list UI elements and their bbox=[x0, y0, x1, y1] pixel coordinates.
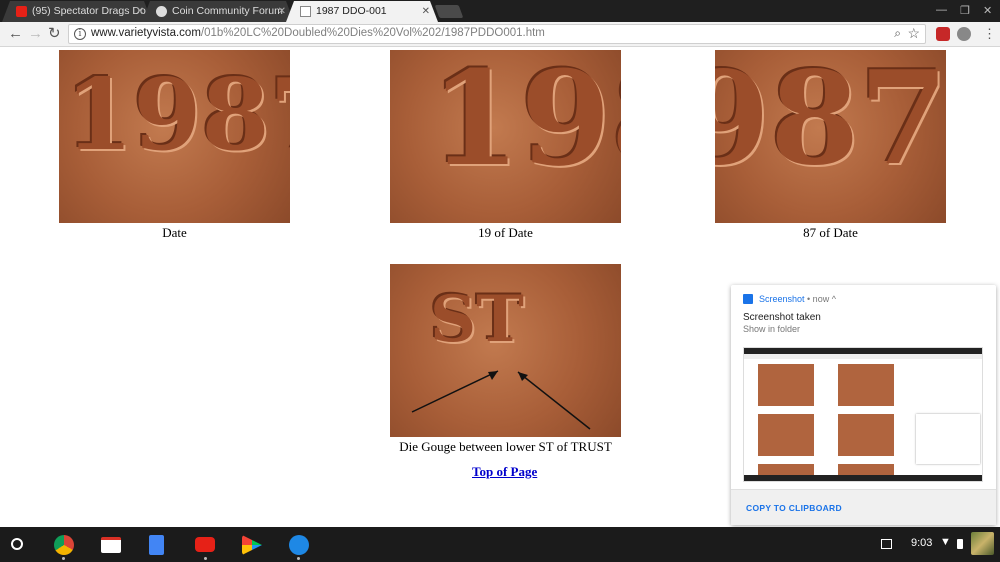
thumbnail-notification bbox=[916, 414, 980, 464]
browser-toolbar: ← → ↻ i www.varietyvista.com/01b%20LC%20… bbox=[0, 22, 1000, 47]
notification-meta: • now ^ bbox=[804, 294, 836, 304]
thumbnail-bar bbox=[744, 354, 982, 359]
top-of-page-link[interactable]: Top of Page bbox=[472, 464, 537, 480]
thumbnail-coin bbox=[758, 364, 814, 406]
system-shelf: 9:03 ▼ bbox=[0, 527, 1000, 562]
copy-to-clipboard-button[interactable]: COPY TO CLIPBOARD bbox=[746, 503, 842, 513]
coin-favicon-icon bbox=[156, 6, 167, 17]
arrows-overlay bbox=[411, 370, 591, 430]
coin-digits: 198 bbox=[430, 50, 621, 195]
battery-icon[interactable] bbox=[957, 539, 963, 549]
notification-footer: COPY TO CLIPBOARD bbox=[731, 489, 996, 525]
tab-spectator[interactable]: (95) Spectator Drags Do ✕ bbox=[2, 1, 152, 22]
tab-title: Coin Community Forum bbox=[172, 5, 283, 17]
screenshot-thumbnail[interactable] bbox=[743, 347, 983, 482]
image-icon bbox=[743, 294, 753, 304]
minimize-icon[interactable]: — bbox=[936, 4, 947, 16]
running-indicator bbox=[297, 557, 300, 560]
url-host: www.varietyvista.com bbox=[91, 27, 201, 39]
page-favicon-icon bbox=[300, 6, 311, 17]
thumbnail-shelf bbox=[744, 475, 982, 481]
gmail-icon[interactable] bbox=[101, 537, 121, 553]
running-indicator bbox=[204, 557, 207, 560]
clock[interactable]: 9:03 bbox=[911, 537, 932, 549]
reload-icon[interactable]: ↻ bbox=[48, 25, 61, 43]
close-window-icon[interactable]: ✕ bbox=[983, 4, 992, 17]
thumbnail-coin bbox=[838, 364, 894, 406]
notification-subtitle[interactable]: Show in folder bbox=[743, 324, 800, 334]
tab-coin-community[interactable]: Coin Community Forum ✕ bbox=[142, 1, 294, 22]
url-path: /01b%20LC%20Doubled%20Dies%20Vol%202/198… bbox=[200, 27, 545, 39]
caption-87: 87 of Date bbox=[803, 225, 858, 240]
new-tab-button[interactable] bbox=[434, 5, 464, 18]
coin-photo-date: 1987 bbox=[59, 50, 290, 223]
launcher-icon[interactable] bbox=[11, 538, 23, 550]
thumbnail-coin bbox=[758, 414, 814, 456]
screenshot-notification[interactable]: Screenshot • now ^ Screenshot taken Show… bbox=[731, 285, 996, 525]
notification-header: Screenshot • now ^ bbox=[759, 294, 836, 304]
tab-title: (95) Spectator Drags Do bbox=[32, 5, 146, 17]
tab-1987-ddo[interactable]: 1987 DDO-001 ✕ bbox=[286, 1, 438, 22]
coin-photo-87: 987 bbox=[715, 50, 946, 223]
notification-title: Screenshot taken bbox=[743, 312, 821, 323]
running-indicator bbox=[62, 557, 65, 560]
screenshot-tray-icon[interactable] bbox=[881, 539, 892, 549]
caption-19: 19 of Date bbox=[478, 225, 533, 240]
coin-digits: 987 bbox=[715, 50, 946, 194]
close-icon[interactable]: ✕ bbox=[136, 1, 144, 22]
coin-digits: 1987 bbox=[65, 58, 290, 173]
profile-extension-icon[interactable] bbox=[957, 27, 971, 41]
menu-icon[interactable]: ⋮ bbox=[983, 25, 996, 43]
play-store-icon[interactable] bbox=[242, 535, 262, 555]
chrome-icon[interactable] bbox=[54, 535, 74, 555]
tab-title: 1987 DDO-001 bbox=[316, 5, 387, 17]
forward-arrow-icon[interactable]: → bbox=[28, 25, 43, 43]
avatar[interactable] bbox=[971, 532, 994, 555]
url-text[interactable]: www.varietyvista.com/01b%20LC%20Doubled%… bbox=[91, 27, 545, 39]
restore-icon[interactable]: ❐ bbox=[960, 4, 970, 17]
notification-app: Screenshot bbox=[759, 294, 805, 304]
wifi-icon[interactable]: ▼ bbox=[940, 536, 951, 548]
youtube-favicon-icon bbox=[16, 6, 27, 17]
info-icon[interactable]: i bbox=[74, 28, 86, 40]
zoom-icon[interactable]: ⌕ bbox=[894, 26, 901, 41]
close-icon[interactable]: ✕ bbox=[422, 1, 430, 22]
caption-date: Date bbox=[162, 225, 187, 240]
close-icon[interactable]: ✕ bbox=[278, 1, 286, 22]
thumbnail-coin bbox=[838, 414, 894, 456]
extension-icon[interactable] bbox=[936, 27, 950, 41]
address-bar[interactable]: i www.varietyvista.com/01b%20LC%20Double… bbox=[68, 24, 926, 44]
tab-strip: (95) Spectator Drags Do ✕ Coin Community… bbox=[0, 0, 1000, 22]
coin-photo-19: 198 bbox=[390, 50, 621, 223]
coin-photo-st: ST bbox=[390, 264, 621, 437]
files-icon[interactable] bbox=[289, 535, 309, 555]
caption-die-gouge: Die Gouge between lower ST of TRUST bbox=[399, 439, 612, 454]
docs-icon[interactable] bbox=[149, 535, 164, 555]
youtube-icon[interactable] bbox=[195, 537, 215, 552]
star-icon[interactable]: ☆ bbox=[907, 25, 920, 42]
back-arrow-icon[interactable]: ← bbox=[8, 25, 23, 43]
